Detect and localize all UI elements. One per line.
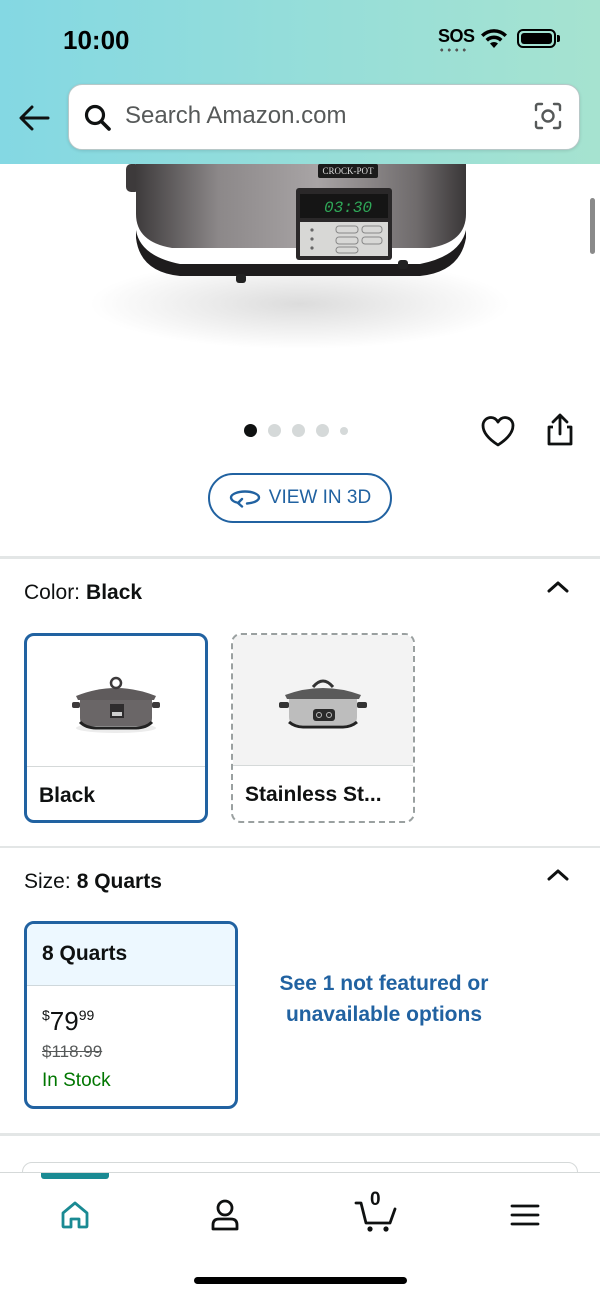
home-indicator[interactable]	[194, 1277, 407, 1284]
section-divider	[0, 556, 600, 559]
section-divider	[0, 1133, 600, 1136]
person-icon	[211, 1199, 239, 1231]
size-label: Size:	[24, 870, 71, 893]
battery-icon	[517, 29, 556, 48]
battery-nub	[557, 35, 560, 42]
color-option-black[interactable]: Black	[24, 633, 208, 823]
price-whole: 79	[49, 1006, 79, 1036]
wifi-icon	[481, 29, 507, 48]
status-time: 10:00	[63, 25, 130, 55]
back-arrow-icon[interactable]	[16, 100, 52, 136]
hamburger-menu-icon	[510, 1204, 540, 1226]
nav-account[interactable]	[201, 1195, 249, 1235]
home-icon	[61, 1201, 89, 1229]
signal-dots	[438, 48, 468, 52]
search-icon	[84, 104, 111, 131]
color-selected-value: Black	[86, 581, 143, 604]
view-in-3d-button[interactable]: VIEW IN 3D	[208, 473, 392, 523]
cart-count: 0	[370, 1189, 381, 1210]
page-dot-active[interactable]	[244, 424, 257, 437]
color-option-stainless-steel[interactable]: Stainless St...	[231, 633, 415, 823]
nav-menu[interactable]	[501, 1195, 549, 1235]
color-section-header[interactable]: Color: Black	[24, 581, 142, 605]
size-section-header[interactable]: Size: 8 Quarts	[24, 870, 162, 894]
page-dot[interactable]	[316, 424, 329, 437]
camera-scan-icon[interactable]	[533, 101, 563, 131]
size-selected-value: 8 Quarts	[76, 870, 162, 893]
section-divider	[0, 846, 600, 848]
chevron-up-icon[interactable]	[545, 866, 571, 884]
black-cooker-thumbnail	[27, 636, 205, 766]
see-unavailable-options-link[interactable]: See 1 not featured or unavailable option…	[268, 968, 500, 1030]
scroll-indicator[interactable]	[590, 198, 595, 254]
nav-cart[interactable]: 0	[352, 1189, 400, 1235]
image-pagination[interactable]	[244, 424, 348, 437]
share-icon[interactable]	[543, 412, 577, 448]
size-option-title: 8 Quarts	[27, 924, 235, 986]
search-input[interactable]	[125, 85, 515, 147]
page-dot[interactable]	[292, 424, 305, 437]
app-header: 10:00 SOS	[0, 0, 600, 164]
swatch-divider	[233, 765, 413, 766]
sos-indicator: SOS	[438, 26, 475, 46]
availability-status: In Stock	[42, 1070, 111, 1091]
stainless-cooker-thumbnail	[233, 635, 413, 765]
color-option-stainless-label: Stainless St...	[245, 783, 382, 806]
search-bar[interactable]	[68, 84, 580, 150]
size-option-8-quarts[interactable]: 8 Quarts $7999 $118.99 In Stock	[24, 921, 238, 1109]
chevron-up-icon[interactable]	[545, 578, 571, 596]
price-fraction: 99	[78, 1007, 95, 1023]
page-dot[interactable]	[340, 426, 348, 435]
price-symbol: $	[42, 1007, 50, 1023]
list-price: $118.99	[42, 1042, 103, 1061]
page-dot[interactable]	[268, 424, 281, 437]
product-image[interactable]: CROCK-POT 03:30	[0, 164, 600, 384]
heart-icon[interactable]	[480, 414, 516, 450]
color-label: Color:	[24, 581, 81, 604]
swatch-divider	[27, 766, 205, 767]
price: $7999	[42, 1006, 94, 1037]
lcd-time: 03:30	[324, 199, 372, 217]
color-option-black-label: Black	[39, 784, 96, 807]
view-in-3d-label: VIEW IN 3D	[268, 487, 372, 508]
nav-home[interactable]	[51, 1195, 99, 1235]
brand-text: CROCK-POT	[322, 166, 374, 176]
nav-active-indicator	[41, 1173, 109, 1179]
rotate-3d-icon	[229, 490, 260, 508]
slow-cooker-illustration: CROCK-POT 03:30	[90, 164, 510, 349]
